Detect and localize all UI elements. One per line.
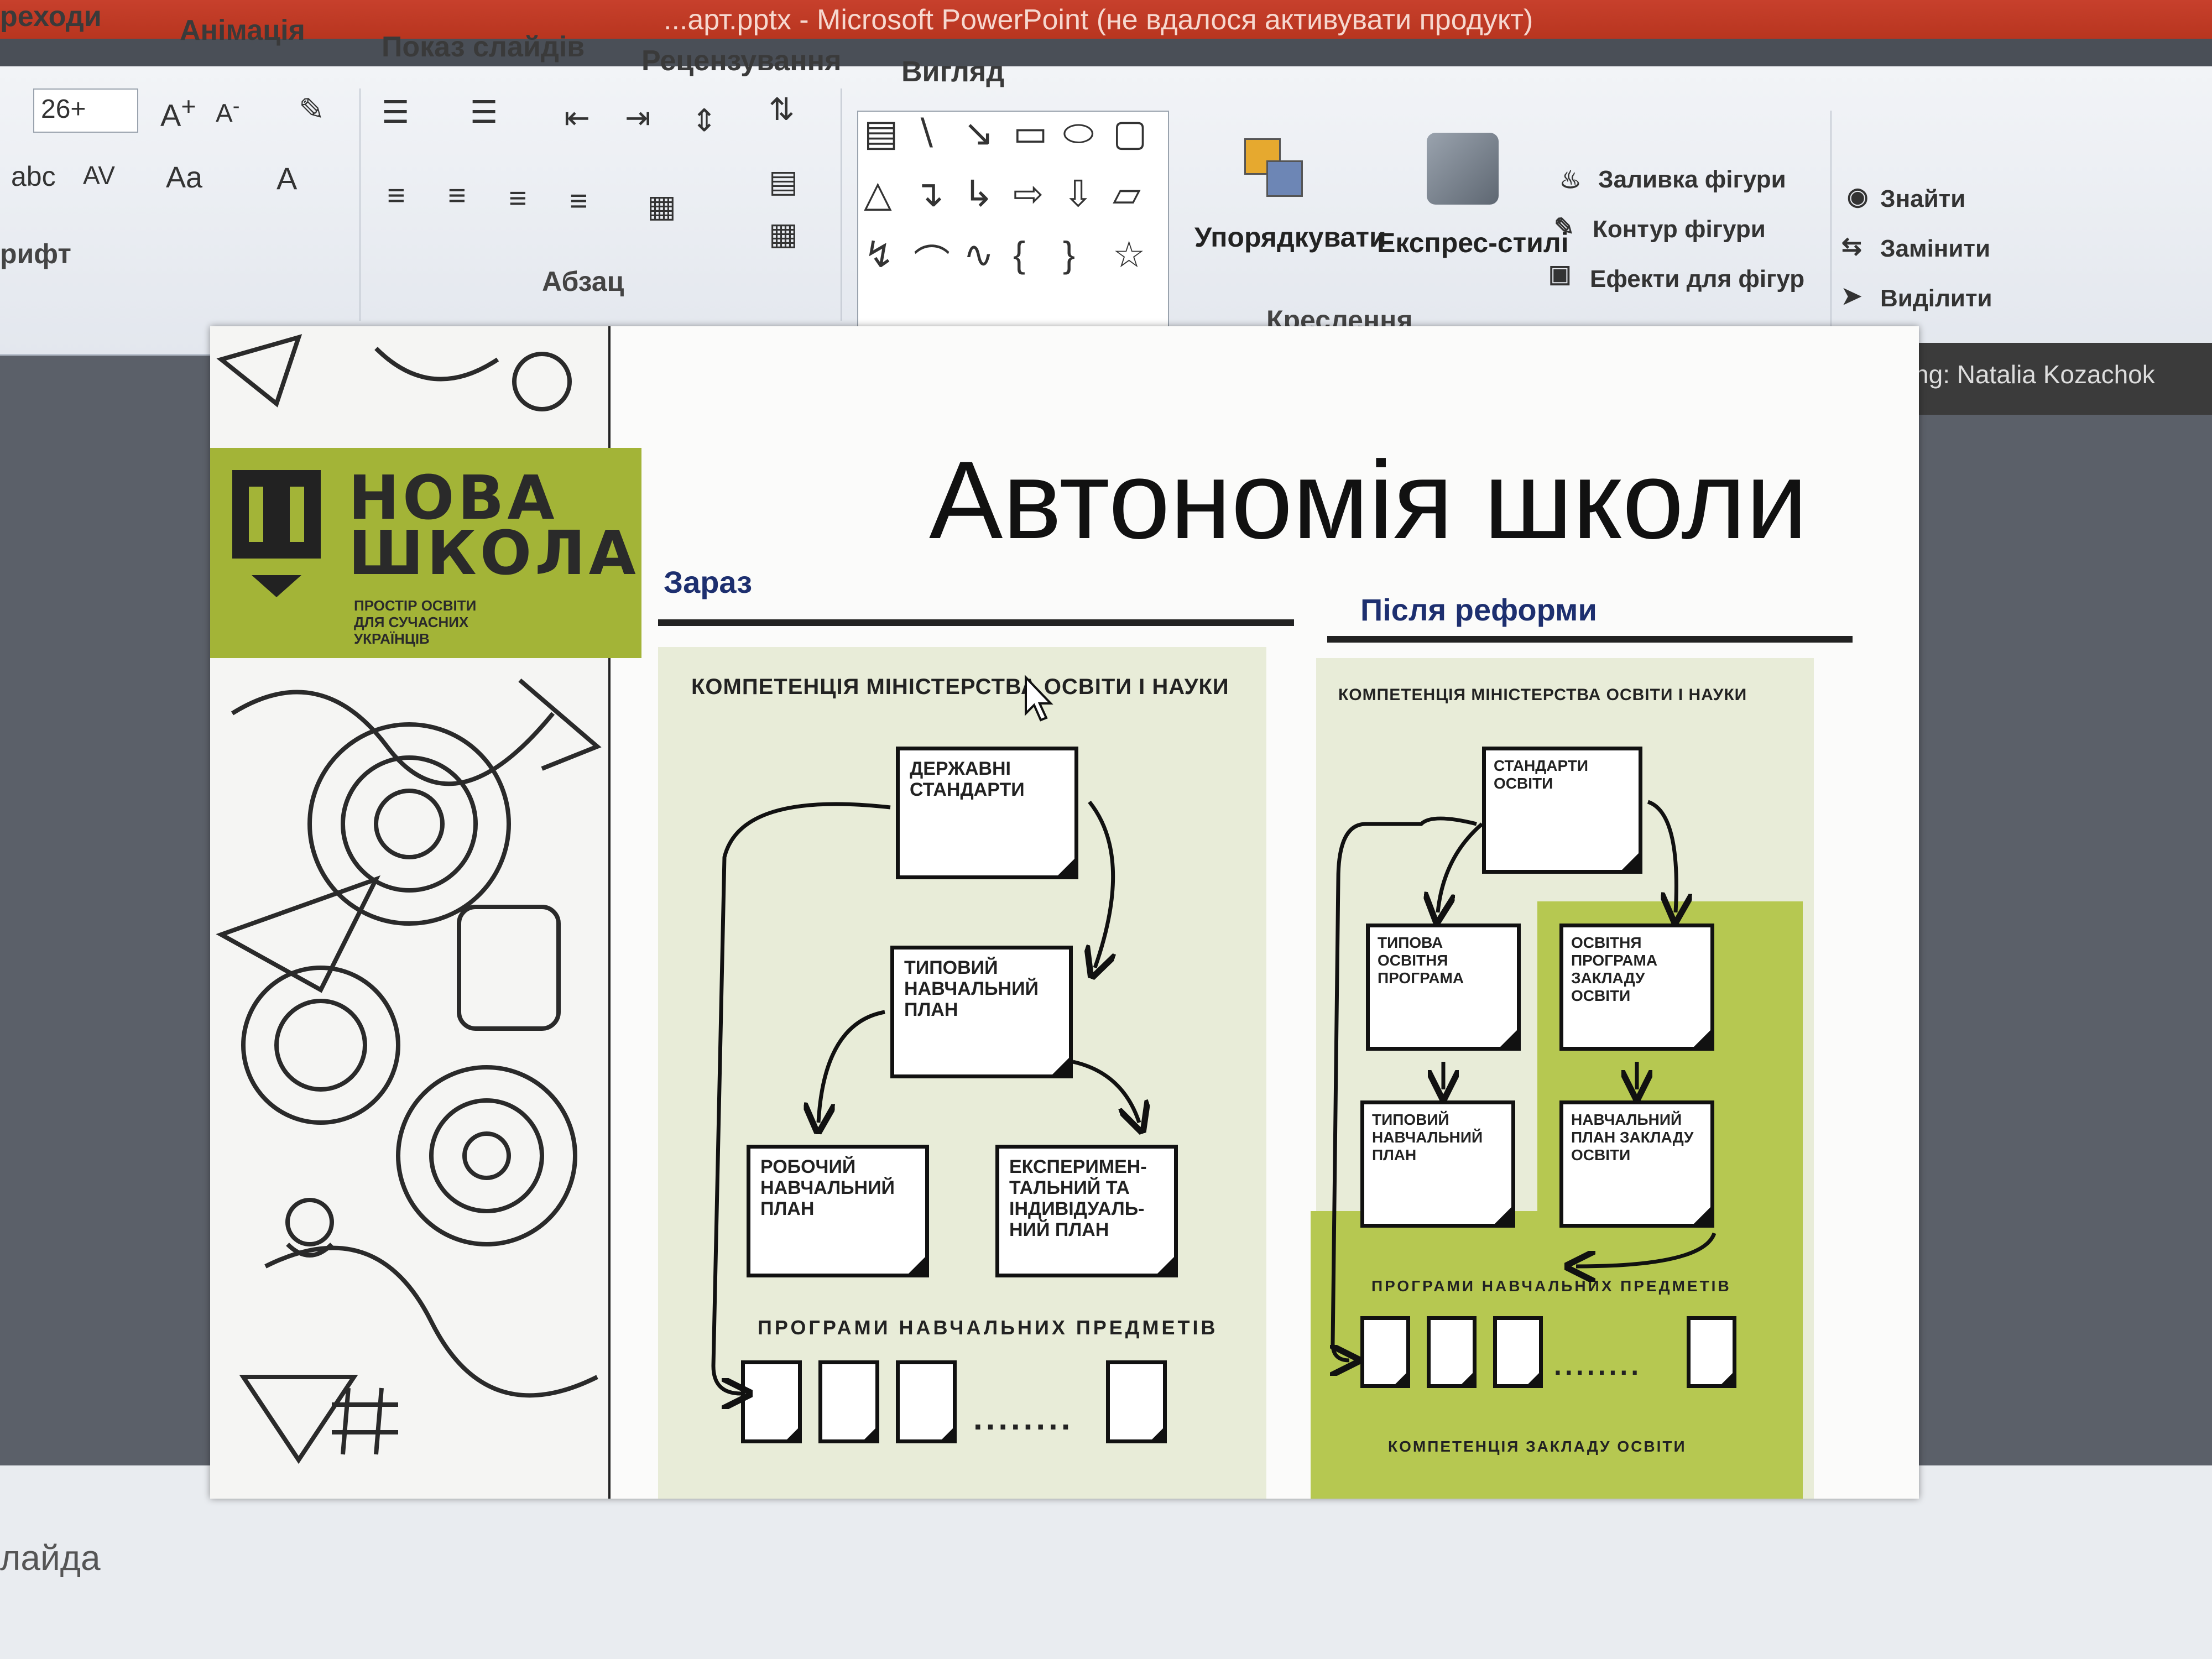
- left-brace-shape-icon[interactable]: {: [1013, 233, 1025, 275]
- quick-styles-icon: [1427, 133, 1499, 205]
- curve-shape-icon[interactable]: ∿: [963, 233, 994, 276]
- arrow-plan-to-experimental: [1072, 1060, 1139, 1123]
- replace-icon: ⇆: [1841, 233, 1862, 260]
- grow-font-icon[interactable]: A+: [160, 91, 196, 133]
- quick-styles-button[interactable]: Експрес-стилі: [1377, 227, 1569, 259]
- tab-transitions[interactable]: реходи: [0, 0, 102, 33]
- justify-icon[interactable]: ≡: [570, 182, 588, 218]
- columns-icon[interactable]: ▦: [647, 188, 676, 225]
- down-arrow-shape-icon[interactable]: ⇩: [1063, 173, 1093, 215]
- effects-icon: ▣: [1548, 260, 1572, 288]
- arrow-standards-to-programs: [711, 802, 891, 1394]
- pen-icon: ✎: [1554, 213, 1574, 241]
- arrow-standards-to-plan: [1089, 800, 1113, 968]
- font-group-label: рифт: [0, 238, 71, 269]
- arc-shape-icon[interactable]: ⌒: [914, 233, 950, 286]
- arrow-plan-to-working: [818, 1010, 885, 1123]
- shape-outline-button[interactable]: Контур фігури: [1593, 216, 1766, 243]
- star-shape-icon[interactable]: ☆: [1113, 233, 1145, 276]
- textbox-shape-icon[interactable]: ▤: [864, 112, 898, 154]
- align-center-icon[interactable]: ≡: [448, 177, 466, 213]
- bullets-icon[interactable]: ☰: [382, 94, 409, 131]
- right-arrow-shape-icon[interactable]: ⇨: [1013, 173, 1044, 215]
- arrange-icon: [1244, 138, 1311, 205]
- numbering-icon[interactable]: ☰: [470, 94, 498, 131]
- elbow-connector-icon[interactable]: ↴: [914, 173, 944, 215]
- tab-review[interactable]: Рецензування: [641, 44, 841, 77]
- select-button[interactable]: Виділити: [1880, 285, 1992, 312]
- smartart-icon[interactable]: ▦: [769, 216, 798, 252]
- rounded-rect-shape-icon[interactable]: ▢: [1113, 112, 1147, 154]
- replace-button[interactable]: Замінити: [1880, 235, 1990, 263]
- arrow-standards-to-typical-program: [1438, 822, 1484, 912]
- paragraph-group-label: Абзац: [542, 266, 624, 297]
- shrink-font-icon[interactable]: A-: [216, 94, 239, 128]
- tab-view[interactable]: Вигляд: [901, 55, 1004, 88]
- tab-slideshow[interactable]: Показ слайдів: [382, 30, 585, 64]
- triangle-shape-icon[interactable]: △: [864, 173, 892, 215]
- tab-animation[interactable]: Анімація: [180, 14, 305, 47]
- strikethrough-icon[interactable]: abc: [11, 160, 56, 192]
- arrow-school-plan-to-programs: [1576, 1232, 1717, 1266]
- align-text-icon[interactable]: ▤: [769, 163, 798, 200]
- line-shape-icon[interactable]: ∖: [914, 112, 937, 154]
- increase-indent-icon[interactable]: ⇥: [625, 100, 651, 136]
- separator: [1830, 111, 1832, 343]
- shape-effects-button[interactable]: Ефекти для фігур: [1590, 265, 1804, 293]
- arrow-line-shape-icon[interactable]: ↘: [963, 112, 994, 154]
- flowchart-shape-icon[interactable]: ▱: [1113, 173, 1141, 215]
- freeform-shape-icon[interactable]: ↯: [864, 233, 894, 276]
- char-spacing-icon[interactable]: AV: [83, 160, 115, 190]
- mouse-cursor-icon: [1025, 675, 1053, 722]
- oval-shape-icon[interactable]: ⬭: [1063, 112, 1094, 155]
- text-direction-icon[interactable]: ⇅: [769, 91, 795, 128]
- ribbon-tabs: реходи Анімація Показ слайдів Рецензуван…: [0, 0, 2157, 88]
- separator: [841, 88, 842, 321]
- align-right-icon[interactable]: ≡: [509, 180, 527, 216]
- rectangle-shape-icon[interactable]: ▭: [1013, 112, 1047, 154]
- diagram-arrows: [711, 800, 1717, 1499]
- change-case-icon[interactable]: Aa: [166, 160, 202, 195]
- right-brace-shape-icon[interactable]: }: [1063, 233, 1075, 275]
- ribbon: 26+ A+ A- ✎ abc AV Aa A рифт ☰ ☰ ⇤ ⇥ ⇕ ⇅…: [0, 66, 2212, 356]
- elbow-arrow-icon[interactable]: ↳: [963, 173, 994, 215]
- font-color-icon[interactable]: A: [276, 160, 297, 196]
- font-size-select[interactable]: 26+: [33, 88, 138, 133]
- notes-label: лайда: [0, 1538, 101, 1578]
- paint-bucket-icon: ♨: [1559, 166, 1582, 194]
- find-button[interactable]: Знайти: [1880, 185, 1965, 213]
- decrease-indent-icon[interactable]: ⇤: [564, 100, 590, 136]
- slide-canvas[interactable]: НОВА ШКОЛА ПРОСТІР ОСВІТИ ДЛЯ СУЧАСНИХ У…: [210, 326, 1919, 1499]
- shapes-gallery[interactable]: ▤ ∖ ↘ ▭ ⬭ ▢ △ ↴ ↳ ⇨ ⇩ ▱ ↯ ⌒ ∿ { } ☆: [857, 111, 1169, 345]
- binoculars-icon: ◉: [1847, 183, 1869, 210]
- arrow-standards-to-school-program: [1647, 800, 1676, 912]
- line-spacing-icon[interactable]: ⇕: [691, 102, 717, 139]
- arrange-button[interactable]: Упорядкувати: [1194, 221, 1386, 253]
- clear-format-icon[interactable]: ✎: [299, 91, 325, 128]
- align-left-icon[interactable]: ≡: [387, 177, 405, 213]
- shape-fill-button[interactable]: Заливка фігури: [1598, 166, 1786, 194]
- separator: [359, 88, 361, 321]
- cursor-icon: ➤: [1841, 283, 1862, 310]
- arrow-standards-to-programs-right: [1333, 816, 1477, 1360]
